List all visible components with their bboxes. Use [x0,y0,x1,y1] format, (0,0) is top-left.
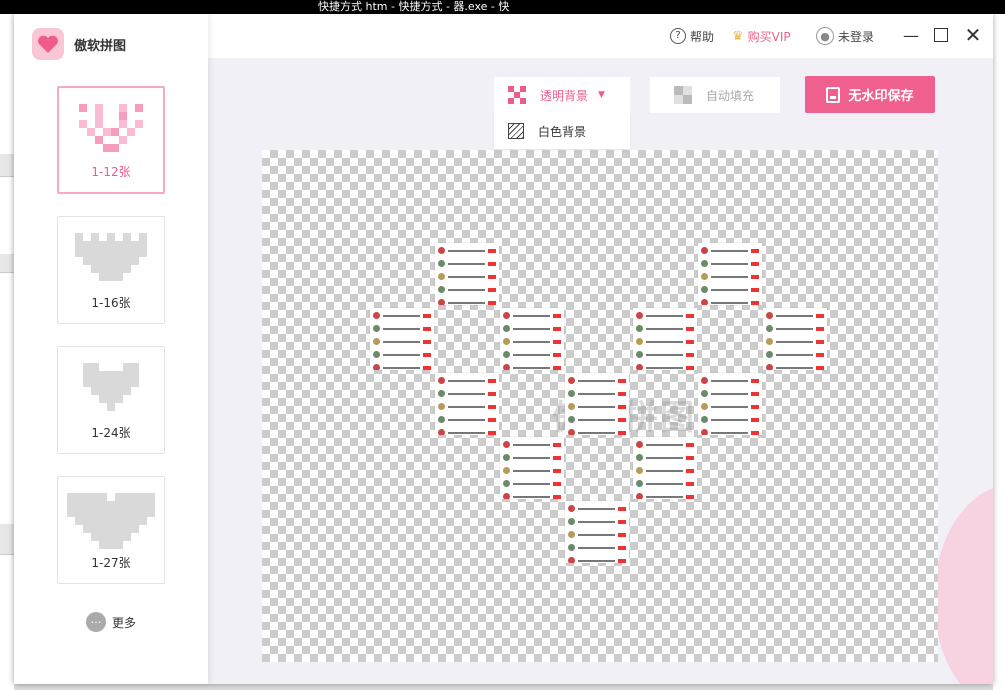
desktop-taskbar: 快捷方式 htm - 快捷方式 - 器.exe - 快 [0,0,1005,14]
sidebar: 傲软拼图 1-12张 1-16张 1-24张 1-27张 ··· 更多 [14,14,208,684]
collage-canvas[interactable]: 傲软拼图 [262,150,938,662]
collage-photo-tile[interactable] [435,243,499,305]
white-bg-label: 白色背景 [538,123,586,140]
white-bg-option[interactable]: 白色背景 [494,113,630,149]
desktop-taskbar-text: 快捷方式 htm - 快捷方式 - 器.exe - 快 [318,0,509,13]
app-header: 傲软拼图 [32,28,126,60]
desktop-fragment [0,524,14,555]
login-button[interactable]: ● 未登录 [816,26,874,46]
app-title: 傲软拼图 [74,35,126,54]
auto-fill-button[interactable]: 自动填充 [650,77,780,113]
heart-grid-icon [83,363,139,411]
desktop-fragment [0,254,14,273]
more-icon: ··· [86,612,106,632]
login-label: 未登录 [838,28,874,45]
help-icon: ? [670,28,686,44]
help-button[interactable]: ? 帮助 [670,26,714,46]
heart-grid-icon [75,233,147,281]
caret-down-icon: ▼ [598,90,605,100]
vip-label: 购买VIP [748,28,791,45]
heart-logo-icon [32,28,64,60]
template-1-12[interactable]: 1-12张 [57,86,165,194]
heart-grid-icon [79,104,143,152]
desktop-right-edge [993,14,1005,690]
save-no-watermark-button[interactable]: 无水印保存 [805,76,935,113]
more-templates-button[interactable]: ··· 更多 [86,612,136,632]
collage-photo-tile[interactable] [500,437,564,499]
minimize-icon[interactable]: — [900,24,922,46]
heart-grid-icon [67,493,155,549]
template-1-16[interactable]: 1-16张 [57,216,165,324]
buy-vip-button[interactable]: ♛ 购买VIP [732,26,791,46]
collage-photo-tile[interactable] [565,373,629,435]
transparent-bg-button[interactable]: 透明背景 ▼ [494,77,630,113]
collage-photo-tile[interactable] [698,243,762,305]
transparent-bg-label: 透明背景 [540,87,588,104]
checker-icon [508,86,526,104]
main-area: 透明背景 ▼ 白色背景 自动填充 无水印保存 傲软拼图 [208,58,993,684]
desktop-fragment [0,154,14,177]
collage-photo-tile[interactable] [633,308,697,370]
auto-fill-icon [674,86,692,104]
collage-photo-tile[interactable] [633,437,697,499]
top-bar: ? 帮助 ♛ 购买VIP ● 未登录 — ✕ [208,14,993,58]
maximize-icon[interactable] [930,24,952,46]
template-label: 1-16张 [58,294,164,311]
collage-photo-tile[interactable] [698,373,762,435]
template-label: 1-12张 [59,163,163,180]
template-1-27[interactable]: 1-27张 [57,476,165,584]
collage-photo-tile[interactable] [435,373,499,435]
auto-fill-label: 自动填充 [706,87,754,104]
decorative-blob [934,484,993,684]
white-bg-icon [508,123,524,139]
template-label: 1-24张 [58,424,164,441]
close-icon[interactable]: ✕ [962,24,984,46]
template-1-24[interactable]: 1-24张 [57,346,165,454]
template-label: 1-27张 [58,554,164,571]
app-window: 傲软拼图 1-12张 1-16张 1-24张 1-27张 ··· 更多 ? 帮助 [14,14,993,684]
save-label: 无水印保存 [848,85,913,104]
collage-photo-tile[interactable] [763,308,827,370]
more-label: 更多 [112,614,136,631]
save-icon [826,87,840,103]
help-label: 帮助 [690,28,714,45]
desktop-left-edge [0,14,14,690]
collage-photo-tile[interactable] [370,308,434,370]
desktop-bottom-edge [14,684,993,690]
collage-photo-tile[interactable] [565,501,629,563]
avatar-icon: ● [816,27,834,45]
collage-photo-tile[interactable] [500,308,564,370]
crown-icon: ♛ [732,29,744,44]
